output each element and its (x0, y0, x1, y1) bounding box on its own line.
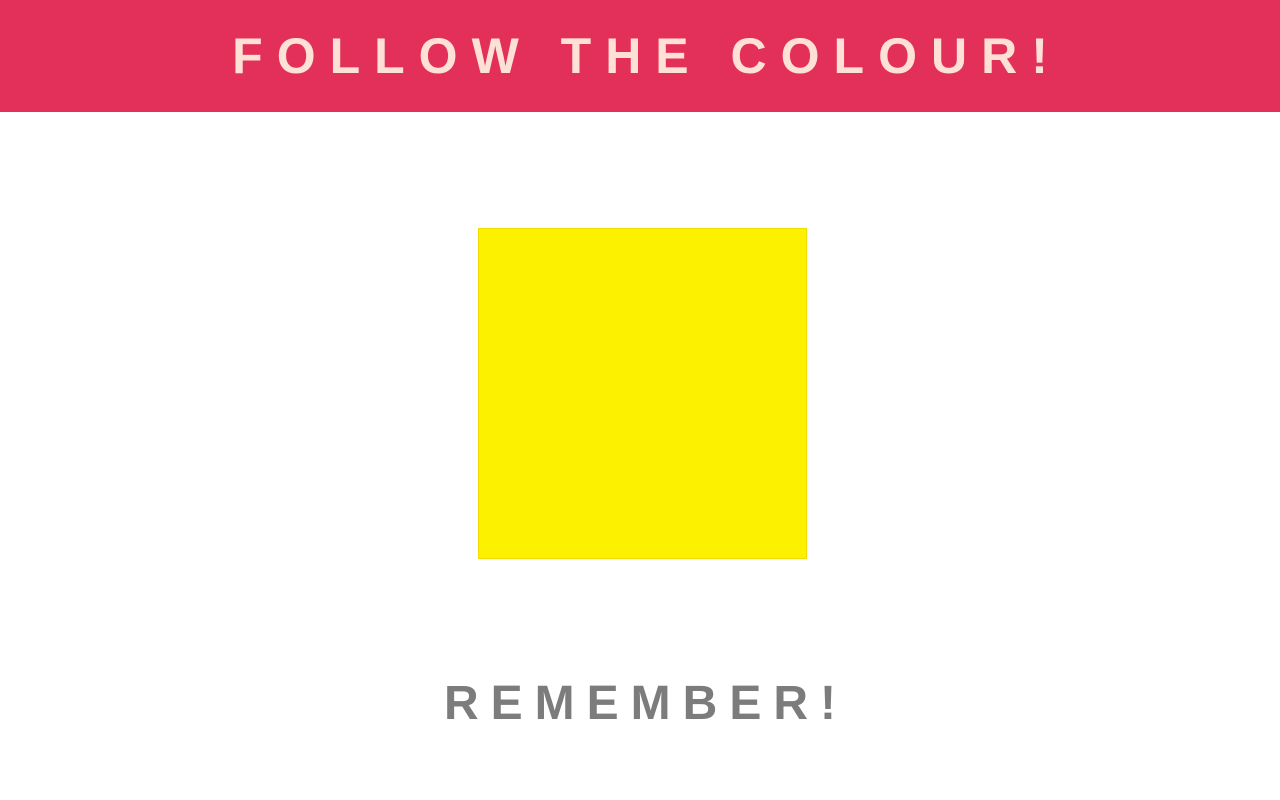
remember-message: REMEMBER! (444, 677, 848, 730)
color-square[interactable] (478, 228, 807, 559)
game-title: FOLLOW THE COLOUR! (232, 28, 1062, 84)
header-bar: FOLLOW THE COLOUR! (0, 0, 1280, 112)
